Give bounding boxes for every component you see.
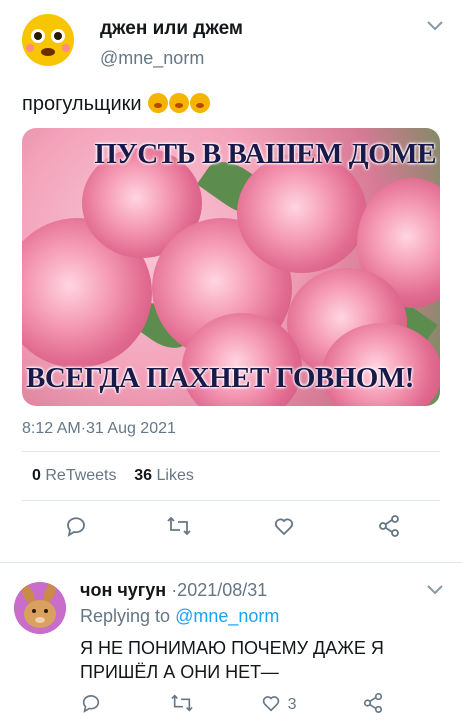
reply-author-name[interactable]: чон чугун: [80, 580, 166, 600]
reply-icon: [67, 517, 85, 537]
reply-share-button[interactable]: [362, 692, 384, 720]
retweet-button[interactable]: [166, 514, 192, 544]
reply-header: чон чугун ·2021/08/31: [80, 580, 267, 601]
share-icon: [379, 515, 399, 537]
yawning-face-emoji-icon: [148, 93, 169, 113]
likes-stat[interactable]: 36 Likes: [134, 467, 194, 484]
tweet-timestamp[interactable]: 8:12 AM·31 Aug 2021: [22, 420, 176, 438]
image-bottom-text: ВСЕГДА ПАХНЕТ ГОВНОМ!: [26, 362, 414, 394]
reply-author-avatar[interactable]: [14, 582, 66, 634]
author-avatar[interactable]: [22, 14, 74, 66]
replying-to: Replying to @mne_norm: [80, 606, 280, 626]
reply-text: Я НЕ ПОНИМАЮ ПОЧЕМУ ДАЖЕ Я ПРИШЁЛ А ОНИ …: [80, 638, 384, 682]
yawning-face-emoji-icon: [190, 93, 211, 113]
chevron-down-icon[interactable]: [426, 580, 444, 601]
chevron-down-icon[interactable]: [426, 16, 444, 37]
like-button[interactable]: [272, 514, 296, 544]
heart-icon: [275, 518, 293, 536]
tweet-image[interactable]: ПУСТЬ В ВАШЕМ ДОМЕ ВСЕГДА ПАХНЕТ ГОВНОМ!: [22, 128, 440, 406]
reply-like-count: 3: [287, 696, 297, 713]
rabbit-avatar: [14, 582, 66, 634]
divider: [0, 562, 462, 563]
retweet-icon: [171, 694, 193, 712]
author-handle[interactable]: @mne_norm: [100, 48, 204, 69]
reply-like-button[interactable]: 3: [260, 692, 296, 720]
reply-icon: [82, 695, 100, 713]
share-icon: [363, 693, 383, 713]
tweet-text-content: прогульщики: [22, 93, 142, 115]
reply-button[interactable]: [64, 514, 88, 544]
yawning-face-emoji-icon: [169, 93, 190, 113]
divider: [22, 451, 440, 452]
reply-retweet-button[interactable]: [170, 692, 194, 720]
image-top-text: ПУСТЬ В ВАШЕМ ДОМЕ: [94, 138, 436, 170]
divider: [22, 500, 440, 501]
reply-reply-button[interactable]: [80, 692, 102, 720]
reply-date[interactable]: ·2021/08/31: [171, 580, 267, 600]
tweet-stats: 0 ReTweets 36 Likes: [32, 467, 194, 485]
author-name[interactable]: джен или джем: [100, 18, 243, 40]
face-emoji-avatar: [22, 14, 74, 66]
heart-icon: [262, 696, 280, 712]
rose: [237, 153, 367, 273]
retweet-icon: [167, 516, 191, 536]
share-button[interactable]: [377, 514, 401, 544]
replying-to-handle[interactable]: @mne_norm: [175, 606, 279, 626]
tweet-text: прогульщики: [22, 93, 211, 116]
retweets-stat[interactable]: 0 ReTweets: [32, 467, 117, 484]
